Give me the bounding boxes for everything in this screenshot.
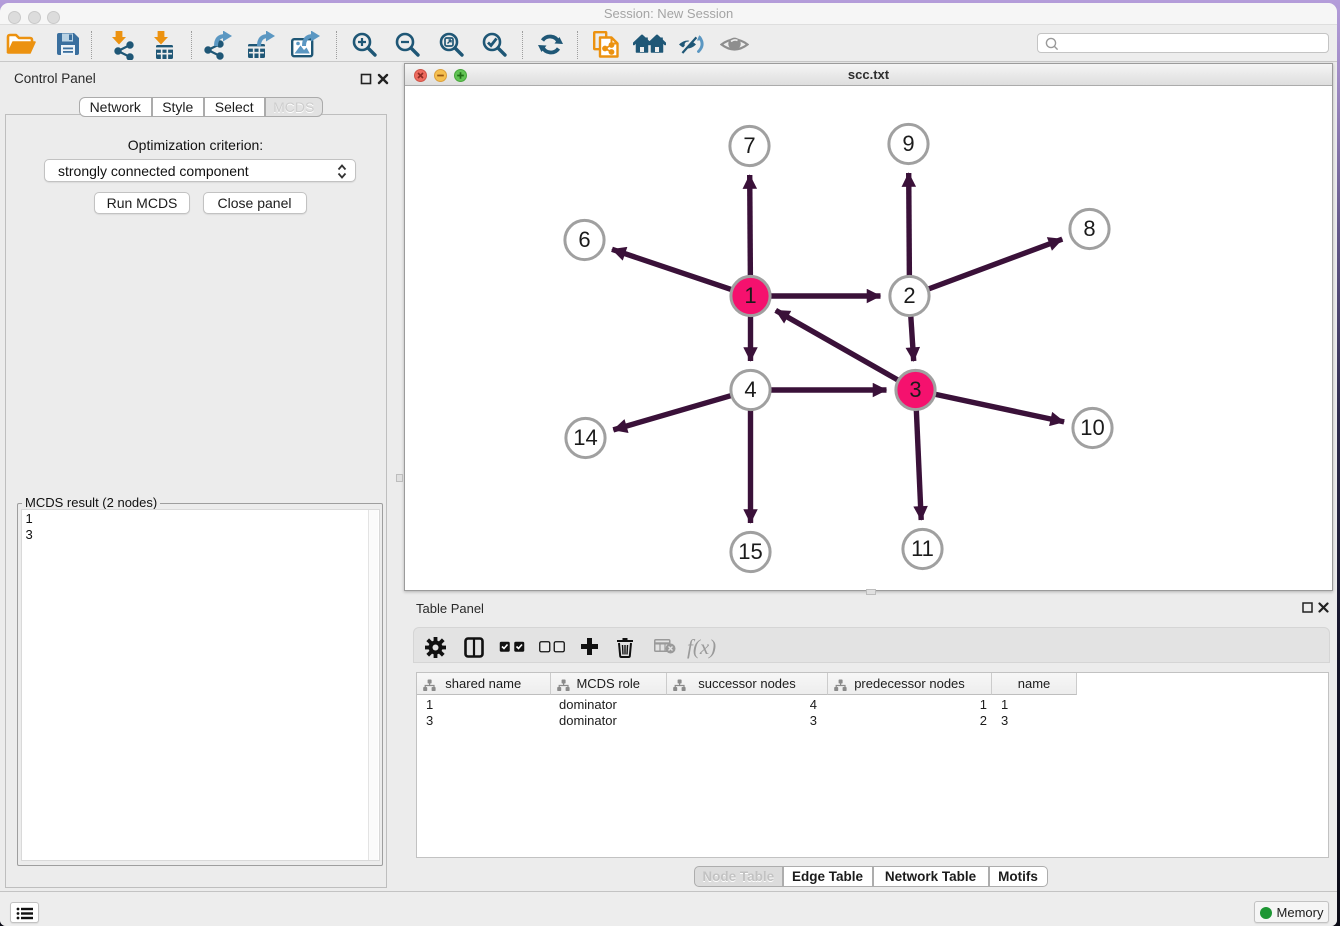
svg-text:2: 2	[903, 283, 915, 308]
svg-text:11: 11	[911, 536, 934, 561]
svg-text:10: 10	[1080, 415, 1104, 440]
svg-text:8: 8	[1083, 216, 1095, 241]
svg-text:1: 1	[744, 283, 756, 308]
svg-text:9: 9	[902, 131, 914, 156]
svg-text:14: 14	[573, 425, 597, 450]
svg-text:4: 4	[744, 377, 756, 402]
svg-text:3: 3	[909, 377, 921, 402]
svg-text:7: 7	[743, 133, 755, 158]
svg-text:6: 6	[578, 227, 590, 252]
svg-text:15: 15	[738, 539, 762, 564]
